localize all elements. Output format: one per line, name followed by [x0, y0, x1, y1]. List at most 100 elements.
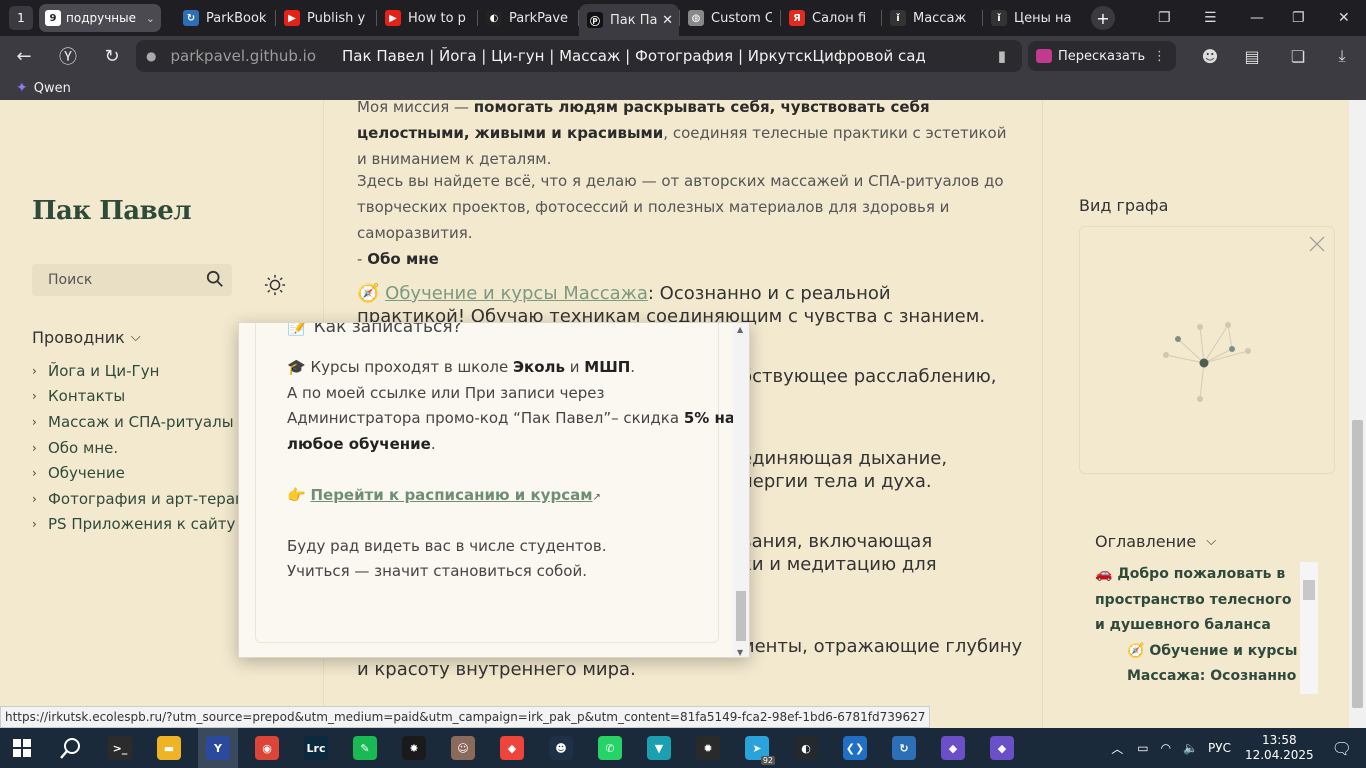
browser-tab[interactable]: ◐ ParkPave [478, 4, 578, 32]
taskbar-app-vscode[interactable]: ❮❯ [835, 728, 875, 768]
bookmark-qwen[interactable]: Qwen [34, 81, 71, 96]
search-icon [206, 270, 223, 287]
toc-scroll-thumb[interactable] [1303, 580, 1315, 600]
taskbar-app-telegram[interactable]: ➤ 92 [737, 728, 777, 768]
taskbar-app-obsidian-1[interactable]: ◆ [933, 728, 973, 768]
browser-tab[interactable]: ǐ Массаж [882, 4, 982, 32]
yandex-icon[interactable]: Ⓨ [48, 36, 88, 76]
wifi-icon[interactable]: ◠ [1161, 741, 1171, 755]
close-window-button[interactable]: ✕ [1338, 0, 1350, 36]
browser-tab[interactable]: Ⓟ Пак Па ✕ [579, 4, 679, 36]
more-icon[interactable]: ⋮ [1153, 49, 1166, 64]
taskbar-app-github[interactable]: ◐ [786, 728, 826, 768]
taskbar-app-photo-app[interactable]: ☺ [443, 728, 483, 768]
back-icon[interactable]: ← [4, 36, 44, 76]
page-scroll-thumb[interactable] [1352, 420, 1363, 708]
collections-icon[interactable]: ▤ [1240, 44, 1264, 68]
start-button[interactable] [2, 728, 42, 768]
about-me-link[interactable]: Обо мне [367, 250, 439, 268]
battery-icon[interactable]: ▭ [1137, 741, 1148, 755]
browser-tab[interactable]: ▶ How to p [377, 4, 477, 32]
chevron-up-icon[interactable]: ︿ [1111, 740, 1123, 757]
bg-text-line: бствующее расслаблению, [741, 366, 997, 387]
browser-tab[interactable]: ▶ Publish y [276, 4, 376, 32]
popover-line: 🎓 Курсы проходят в школе Эколь и МШП. [287, 355, 635, 381]
taskbar-app-lightroom[interactable]: Lrc [296, 728, 336, 768]
scroll-down-icon[interactable]: ▼ [737, 648, 743, 657]
explorer-item-label: Массаж и СПА-ритуалы [48, 412, 234, 431]
explorer-item[interactable]: › Массаж и СПА-ритуалы [32, 409, 264, 435]
toc-scrollbar[interactable] [1300, 562, 1318, 694]
taskbar-app-red-app[interactable]: ✹ [688, 728, 728, 768]
theme-toggle-icon[interactable] [264, 274, 286, 296]
extension-icon[interactable]: ☻ [1198, 44, 1222, 68]
reload-icon[interactable]: ↻ [92, 36, 132, 76]
menu-icon[interactable]: ☰ [1204, 0, 1217, 36]
page-scrollbar[interactable] [1349, 100, 1366, 728]
explorer-item[interactable]: › Фотография и арт-терапия [32, 486, 264, 512]
scroll-up-icon[interactable]: ▲ [737, 325, 743, 334]
toc-item[interactable]: 🚗 Добро пожаловать в пространство телесн… [1095, 562, 1305, 639]
popover-scroll-thumb[interactable] [736, 591, 746, 641]
windows-taskbar: >_ ▬ Y ◉ Lrc ✎ ✸ ☺ ◆ ☻ ✆ ▼ ✹ ➤ 92 ◐ ❮❯ ↻ ◆ ◆ ︿ ▭ ◠ 🔈 РУС 13… [0, 728, 1366, 768]
minimize-button[interactable]: — [1250, 0, 1264, 36]
clock[interactable]: 13:58 12.04.2025 [1245, 733, 1314, 763]
search-input[interactable]: Поиск [32, 264, 232, 296]
close-tab-icon[interactable]: ✕ [662, 13, 673, 28]
bg-text-line: менты, отражающие глубину [741, 636, 1023, 657]
taskbar-app-yandex[interactable]: Y [198, 728, 238, 768]
browser-tab[interactable]: ↻ ParkBook [175, 4, 275, 32]
download-icon[interactable]: ⤓ [1330, 44, 1354, 68]
tab-list-icon[interactable]: ❐ [1158, 0, 1171, 36]
retell-button[interactable]: Пересказать ⋮ [1028, 41, 1176, 71]
url-field[interactable]: ● parkpavel.github.io Пак Павел | Йога |… [136, 40, 1022, 72]
tab-group[interactable]: 9 подручные ⌄ [39, 4, 161, 32]
taskbar-app-chrome[interactable]: ◉ [247, 728, 287, 768]
taskbar-app-sync-app[interactable]: ↻ [884, 728, 924, 768]
browser-tab[interactable]: ◍ Custom C [680, 4, 780, 32]
taskbar-app-obsidian-2[interactable]: ◆ [982, 728, 1022, 768]
bg-text-line: единяющая дыхание, [741, 448, 948, 469]
site-title[interactable]: Пак Павел [32, 196, 192, 226]
explorer-toggle[interactable]: Проводник ⌵ [32, 328, 141, 347]
taskbar-app-whatsapp[interactable]: ✆ [590, 728, 630, 768]
explorer-item[interactable]: › Контакты [32, 384, 264, 410]
memo-icon: 📝 [287, 322, 309, 337]
popover-line: Буду рад видеть вас в числе студентов. [287, 537, 607, 555]
explorer-item[interactable]: › PS Приложения к сайту [32, 512, 264, 538]
restore-button[interactable]: ❐ [1292, 0, 1305, 36]
taskbar-app-vpn[interactable]: ▼ [639, 728, 679, 768]
popover-text: . [430, 435, 436, 453]
bookmark-icon[interactable]: ▮ [998, 47, 1006, 65]
red-app-icon: ✹ [696, 736, 720, 760]
toc-item[interactable]: 🧭 Обучение и курсы Массажа: Осознанно и … [1095, 639, 1305, 692]
taskbar-app-explorer[interactable]: ▬ [149, 728, 189, 768]
tab-favicon-icon: ◍ [688, 10, 704, 26]
browser-tab[interactable]: ǐ Цены на [983, 4, 1083, 32]
taskbar-app-bot-app[interactable]: ☻ [541, 728, 581, 768]
new-tab-button[interactable]: + [1091, 6, 1115, 30]
taskbar-app-anydesk[interactable]: ◆ [492, 728, 532, 768]
course-link[interactable]: Обучение и курсы Массажа [385, 283, 648, 304]
graph-view[interactable] [1079, 226, 1335, 474]
tabs-icon[interactable]: ❏ [1286, 44, 1310, 68]
workspace-counter[interactable]: 1 [9, 6, 33, 30]
explorer-item[interactable]: › Обучение [32, 460, 264, 486]
language-indicator[interactable]: РУС [1208, 741, 1231, 755]
volume-icon[interactable]: 🔈 [1183, 741, 1198, 755]
taskbar-app-star-app[interactable]: ✸ [394, 728, 434, 768]
taskbar-app-green-app[interactable]: ✎ [345, 728, 385, 768]
toc-toggle[interactable]: Оглавление ⌵ [1095, 532, 1216, 551]
notifications-icon[interactable]: 🗨 [1332, 739, 1352, 758]
link-preview-popover[interactable]: 📝 Как записаться? 🎓 Курсы проходят в шко… [238, 322, 750, 658]
chevron-right-icon: › [32, 414, 37, 429]
explorer-item[interactable]: › Обо мне. [32, 435, 264, 461]
browser-tab[interactable]: Я Салон fi [781, 4, 881, 32]
explorer-item[interactable]: › Йога и Ци-Гун [32, 358, 264, 384]
popover-scrollbar[interactable]: ▲ ▼ [733, 323, 749, 657]
search-button[interactable] [51, 728, 91, 768]
taskbar-app-terminal[interactable]: >_ [100, 728, 140, 768]
chrome-icon: ◉ [255, 736, 279, 760]
schedule-link[interactable]: Перейти к расписанию и курсам [310, 486, 592, 504]
popover-line: 👉 Перейти к расписанию и курсам↗ [287, 483, 601, 511]
